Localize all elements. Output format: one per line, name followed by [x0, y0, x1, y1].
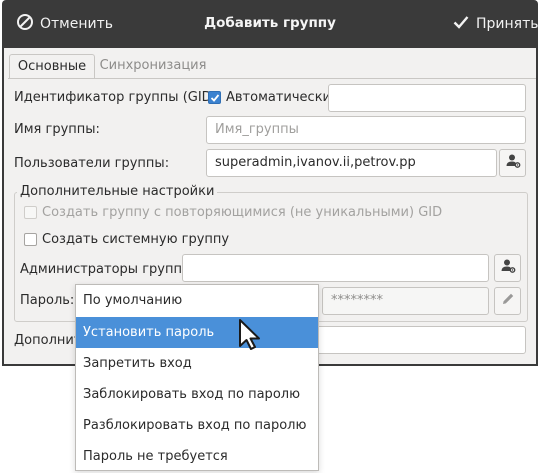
- title-bar: Отменить Добавить группу Принять: [2, 0, 539, 48]
- group-admins-label: Администраторы группы:: [20, 262, 197, 277]
- nonunique-gid-label: Создать группу с повторяющимися (не уник…: [42, 205, 443, 220]
- group-users-field[interactable]: superadmin,ivanov.ii,petrov.pp: [206, 149, 497, 177]
- user-gear-icon: [500, 258, 516, 278]
- system-group-checkbox[interactable]: Создать системную группу: [24, 232, 229, 247]
- checkbox-unchecked-icon: [24, 233, 37, 246]
- extra-field-label: Дополнит: [14, 333, 82, 348]
- nonunique-gid-checkbox[interactable]: Создать группу с повторяющимися (не уник…: [24, 205, 442, 220]
- tab-sync[interactable]: Синхронизация: [96, 54, 210, 78]
- extra-settings-title: Дополнительные настройки: [17, 184, 218, 199]
- tab-basic[interactable]: Основные: [9, 54, 95, 79]
- system-group-label: Создать системную группу: [42, 232, 230, 247]
- group-users-label: Пользователи группы:: [14, 156, 170, 171]
- gid-field[interactable]: [328, 84, 526, 112]
- checkbox-unchecked-icon: [24, 206, 37, 219]
- password-mode-dropdown[interactable]: По умолчанию Установить пароль Запретить…: [75, 284, 319, 471]
- pencil-icon: [500, 291, 516, 311]
- checkbox-checked-icon: [208, 91, 221, 104]
- mouse-pointer-icon: [237, 318, 263, 356]
- menu-item-lock-password[interactable]: Заблокировать вход по паролю: [76, 379, 318, 410]
- select-admins-button[interactable]: [494, 254, 521, 282]
- select-users-button[interactable]: [499, 149, 526, 177]
- checkmark-icon: [452, 13, 470, 35]
- password-field[interactable]: ********: [322, 287, 489, 315]
- menu-item-set-password[interactable]: Установить пароль: [76, 317, 318, 348]
- gid-auto-checkbox[interactable]: Автоматически: [208, 90, 331, 105]
- edit-password-button[interactable]: [494, 287, 521, 315]
- group-name-field[interactable]: Имя_группы: [206, 116, 526, 144]
- dropdown-current-value[interactable]: По умолчанию: [76, 285, 318, 317]
- gid-auto-label: Автоматически: [226, 90, 332, 105]
- menu-item-deny-login[interactable]: Запретить вход: [76, 348, 318, 379]
- gid-label: Идентификатор группы (GID):: [14, 90, 222, 105]
- password-label: Пароль:: [20, 293, 75, 308]
- menu-item-unlock-password[interactable]: Разблокировать вход по паролю: [76, 410, 318, 441]
- menu-item-no-password[interactable]: Пароль не требуется: [76, 441, 318, 472]
- group-admins-field[interactable]: [182, 254, 489, 282]
- group-name-label: Имя группы:: [14, 122, 100, 137]
- accept-label: Принять: [476, 16, 539, 32]
- accept-button[interactable]: Принять: [452, 12, 539, 36]
- user-gear-icon: [505, 153, 521, 173]
